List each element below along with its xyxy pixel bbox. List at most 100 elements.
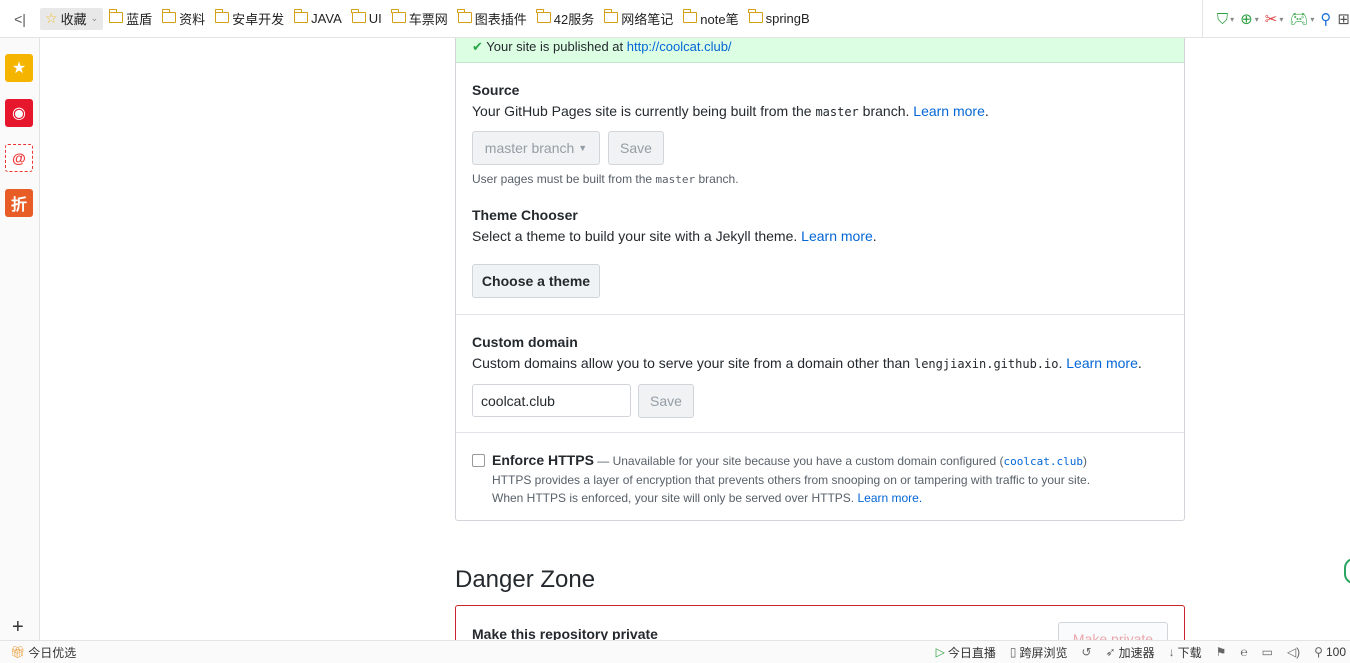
- branch-select-button[interactable]: master branch ▼: [472, 131, 600, 165]
- download-icon: ↓: [1168, 645, 1175, 659]
- bookmark-folder[interactable]: UI: [351, 9, 382, 26]
- bookmark-folder[interactable]: 42服务: [536, 9, 595, 28]
- https-learn-more-link[interactable]: Learn more.: [857, 491, 922, 505]
- folder-icon: [603, 9, 619, 23]
- left-sidebar: ★ ◉ @ 折 +: [0, 38, 40, 640]
- shield-icon[interactable]: ⛉ ▾: [1217, 11, 1234, 28]
- download-button[interactable]: ↓ 下载: [1169, 644, 1202, 661]
- published-url-link[interactable]: http://coolcat.club/: [627, 39, 732, 54]
- enforce-https-heading: Enforce HTTPS — Unavailable for your sit…: [492, 452, 1087, 468]
- bookmark-folder[interactable]: note笔: [682, 9, 739, 28]
- mute-button[interactable]: ◁): [1287, 645, 1300, 659]
- source-save-button[interactable]: Save: [608, 131, 664, 165]
- flag-icon: ⚑: [1215, 645, 1227, 659]
- mail-icon[interactable]: @: [5, 144, 33, 172]
- choose-theme-button[interactable]: Choose a theme: [472, 264, 600, 298]
- bookmark-folder[interactable]: JAVA: [293, 9, 342, 26]
- weibo-icon[interactable]: ◉: [5, 99, 33, 127]
- bookmark-label: UI: [368, 11, 382, 26]
- bookmark-label: 网络笔记: [621, 12, 674, 27]
- phone-icon: ▯: [1009, 645, 1017, 659]
- custom-domain-input[interactable]: coolcat.club: [472, 384, 631, 417]
- source-note: User pages must be built from the master…: [472, 172, 739, 186]
- domain-save-button[interactable]: Save: [638, 384, 694, 418]
- discount-bag-icon[interactable]: 折: [5, 189, 33, 217]
- play-icon: ▷: [935, 645, 945, 659]
- cross-screen-button[interactable]: ▯ 跨屏浏览: [1010, 644, 1068, 661]
- chevron-down-icon: ⌄: [90, 13, 99, 23]
- gamepad-icon[interactable]: 🎮︎ ▾: [1289, 10, 1314, 28]
- bookmark-label: 图表插件: [474, 12, 527, 27]
- published-banner: ✔ Your site is published at http://coolc…: [456, 38, 1184, 63]
- collapse-sidebar-icon[interactable]: <|: [0, 11, 40, 27]
- accelerator-button[interactable]: ➶ 加速器: [1106, 644, 1155, 661]
- add-icon[interactable]: +: [12, 616, 24, 639]
- make-private-button[interactable]: Make private: [1058, 622, 1168, 640]
- source-title: Source: [472, 82, 520, 98]
- window-icon: ▭: [1261, 645, 1273, 659]
- github-pages-panel: ✔ Your site is published at http://coolc…: [455, 38, 1185, 521]
- folder-icon: [351, 9, 366, 23]
- bookmarks-bar: <| ☆ 收藏 ⌄ 蓝盾 资料 安卓开发 JAVA UI 车票网 图表插件 42…: [0, 0, 1350, 38]
- rocket-icon: ➶: [1105, 645, 1116, 659]
- domain-learn-more-link[interactable]: Learn more: [1066, 355, 1138, 371]
- bookmark-folder[interactable]: springB: [748, 9, 810, 26]
- bookmark-folder[interactable]: 网络笔记: [603, 9, 674, 28]
- theme-learn-more-link[interactable]: Learn more: [801, 228, 873, 244]
- https-description-line2: When HTTPS is enforced, your site will o…: [492, 491, 923, 505]
- favorites-label: 收藏: [60, 12, 87, 27]
- status-bar-tools: ▷ 今日直播 ▯ 跨屏浏览 ↺ ➶ 加速器 ↓ 下载 ⚑ ℮ ▭ ◁) ⚲ 100: [936, 641, 1350, 663]
- browser-engine-icon: ℮: [1240, 645, 1248, 659]
- daily-picks-label: 今日优选: [28, 645, 77, 660]
- danger-zone-panel: Make this repository private Make privat…: [455, 605, 1185, 640]
- bookmark-folder[interactable]: 车票网: [391, 9, 448, 28]
- caret-down-icon: ▼: [578, 143, 588, 153]
- favorites-star-icon[interactable]: ★: [5, 54, 33, 82]
- bookmark-label: 42服务: [553, 12, 595, 27]
- bookmark-folder[interactable]: 图表插件: [457, 9, 527, 28]
- extension-add-icon[interactable]: ⊕ ▾: [1240, 10, 1259, 28]
- custom-domain-description: Custom domains allow you to serve your s…: [472, 355, 1142, 371]
- folder-icon: [457, 9, 472, 23]
- custom-domain-title: Custom domain: [472, 334, 578, 350]
- theme-title: Theme Chooser: [472, 207, 578, 223]
- bookmark-label: 车票网: [408, 12, 448, 27]
- status-bar: 🎁︎ 今日优选 ▷ 今日直播 ▯ 跨屏浏览 ↺ ➶ 加速器 ↓ 下载 ⚑ ℮ ▭ ◁) …: [0, 640, 1350, 663]
- bookmark-label: 蓝盾: [126, 12, 153, 27]
- ie-mode-button[interactable]: ℮: [1240, 645, 1247, 659]
- check-icon: ✔: [472, 39, 483, 54]
- custom-domain-section: Custom domain Custom domains allow you t…: [456, 315, 1184, 432]
- bookmark-label: JAVA: [311, 11, 342, 26]
- bookmark-folder[interactable]: 蓝盾: [108, 9, 153, 28]
- floating-widget-handle[interactable]: [1344, 558, 1350, 584]
- daily-picks[interactable]: 🎁︎ 今日优选: [0, 644, 76, 661]
- make-private-title: Make this repository private: [472, 626, 658, 640]
- source-learn-more-link[interactable]: Learn more: [913, 103, 985, 119]
- search-icon[interactable]: ⚲: [1320, 10, 1331, 28]
- danger-zone-title: Danger Zone: [455, 566, 596, 593]
- source-description: Your GitHub Pages site is currently bein…: [472, 103, 989, 119]
- history-button[interactable]: ↺: [1081, 645, 1091, 659]
- banner-text: Your site is published at: [486, 39, 627, 54]
- window-button[interactable]: ▭: [1262, 645, 1273, 659]
- page-content: ✔ Your site is published at http://coolc…: [40, 38, 1350, 640]
- enforce-https-checkbox[interactable]: [472, 454, 485, 467]
- live-button[interactable]: ▷ 今日直播: [936, 644, 996, 661]
- toolbar-extensions: ⛉ ▾ ⊕ ▾ ✂ ▾ 🎮︎ ▾ ⚲ ⊞: [1201, 0, 1350, 38]
- theme-description: Select a theme to build your site with a…: [472, 228, 877, 244]
- grid-icon[interactable]: ⊞: [1337, 10, 1350, 28]
- bookmark-label: note笔: [700, 12, 739, 27]
- bookmark-label: springB: [765, 11, 810, 26]
- favorites-button[interactable]: ☆ 收藏 ⌄: [40, 7, 104, 30]
- https-description-line1: HTTPS provides a layer of encryption tha…: [492, 473, 1091, 487]
- history-icon: ↺: [1081, 645, 1092, 659]
- bookmark-folder[interactable]: 安卓开发: [214, 9, 285, 28]
- zoom-control[interactable]: ⚲ 100: [1314, 645, 1346, 659]
- speaker-icon: ◁): [1286, 645, 1301, 659]
- bookmark-label: 安卓开发: [232, 12, 285, 27]
- gift-icon: 🎁︎: [10, 645, 26, 659]
- flag-button[interactable]: ⚑: [1216, 645, 1227, 659]
- scissors-icon[interactable]: ✂ ▾: [1265, 10, 1284, 28]
- bookmark-folder[interactable]: 资料: [161, 9, 205, 28]
- source-section: Source Your GitHub Pages site is current…: [456, 63, 1184, 314]
